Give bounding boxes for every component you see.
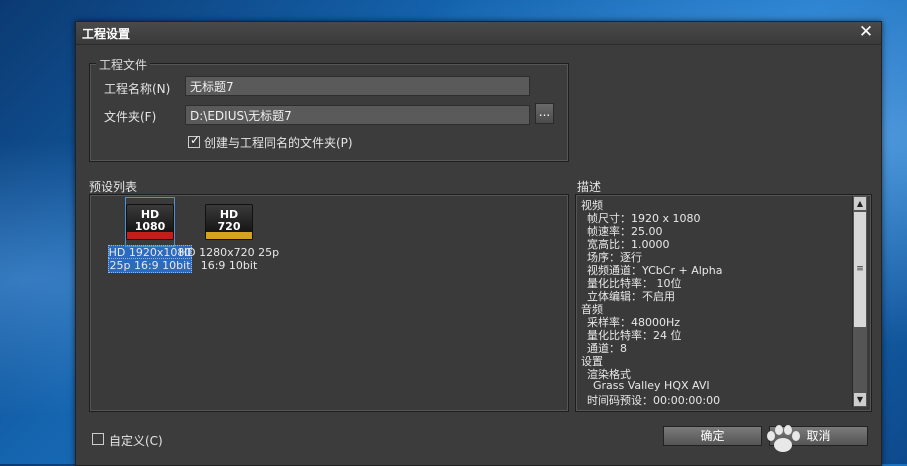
- project-settings-dialog: 工程设置 ✕ 工程文件 工程名称(N) 无标题7 文件夹(F) D:\EDIUS…: [75, 21, 882, 466]
- create-folder-checkbox[interactable]: ✓: [188, 133, 201, 148]
- title-bar[interactable]: 工程设置 ✕: [76, 22, 881, 45]
- project-file-legend: 工程文件: [96, 56, 151, 73]
- description-panel: 视频 帧尺寸：1920 x 1080 帧速率：25.00 宽高比：1.0000 …: [575, 194, 872, 412]
- scroll-down-icon[interactable]: ▼: [854, 393, 866, 406]
- desc-line: Grass Valley HQX AVI: [593, 379, 710, 392]
- hd-1080-icon: HD 1080: [126, 204, 174, 240]
- custom-checkbox[interactable]: [92, 433, 104, 445]
- project-name-input[interactable]: 无标题7: [185, 76, 530, 96]
- preset-caption: HD 1280x720 25p 16:9 10bit: [178, 246, 280, 272]
- create-folder-label[interactable]: 创建与工程同名的文件夹(P): [204, 134, 353, 151]
- scroll-thumb[interactable]: ≡: [854, 212, 866, 327]
- custom-label[interactable]: 自定义(C): [109, 432, 163, 449]
- check-icon: ✓: [190, 133, 201, 147]
- paw-watermark-icon: [767, 425, 800, 452]
- close-icon[interactable]: ✕: [857, 23, 875, 41]
- browse-button[interactable]: ...: [535, 103, 554, 124]
- folder-path-input[interactable]: D:\EDIUS\无标题7: [185, 105, 530, 125]
- hd-720-icon: HD 720: [205, 204, 253, 240]
- scroll-up-icon[interactable]: ▲: [854, 197, 866, 210]
- desc-line: 时间码预设：00:00:00:00: [587, 394, 721, 407]
- dialog-title: 工程设置: [82, 27, 131, 41]
- preset-item-hd720[interactable]: HD 720 HD 1280x720 25p 16:9 10bit: [178, 197, 280, 272]
- project-name-label: 工程名称(N): [104, 82, 171, 96]
- description-label: 描述: [577, 180, 602, 194]
- description-scrollbar[interactable]: ▲ ≡ ▼: [852, 196, 867, 407]
- folder-label: 文件夹(F): [104, 110, 157, 124]
- preset-list-label: 预设列表: [89, 180, 138, 194]
- preset-list-panel: HD 1080 HD 1920x1080 25p 16:9 10bit HD 7…: [89, 194, 569, 412]
- ok-button[interactable]: 确定: [663, 426, 762, 446]
